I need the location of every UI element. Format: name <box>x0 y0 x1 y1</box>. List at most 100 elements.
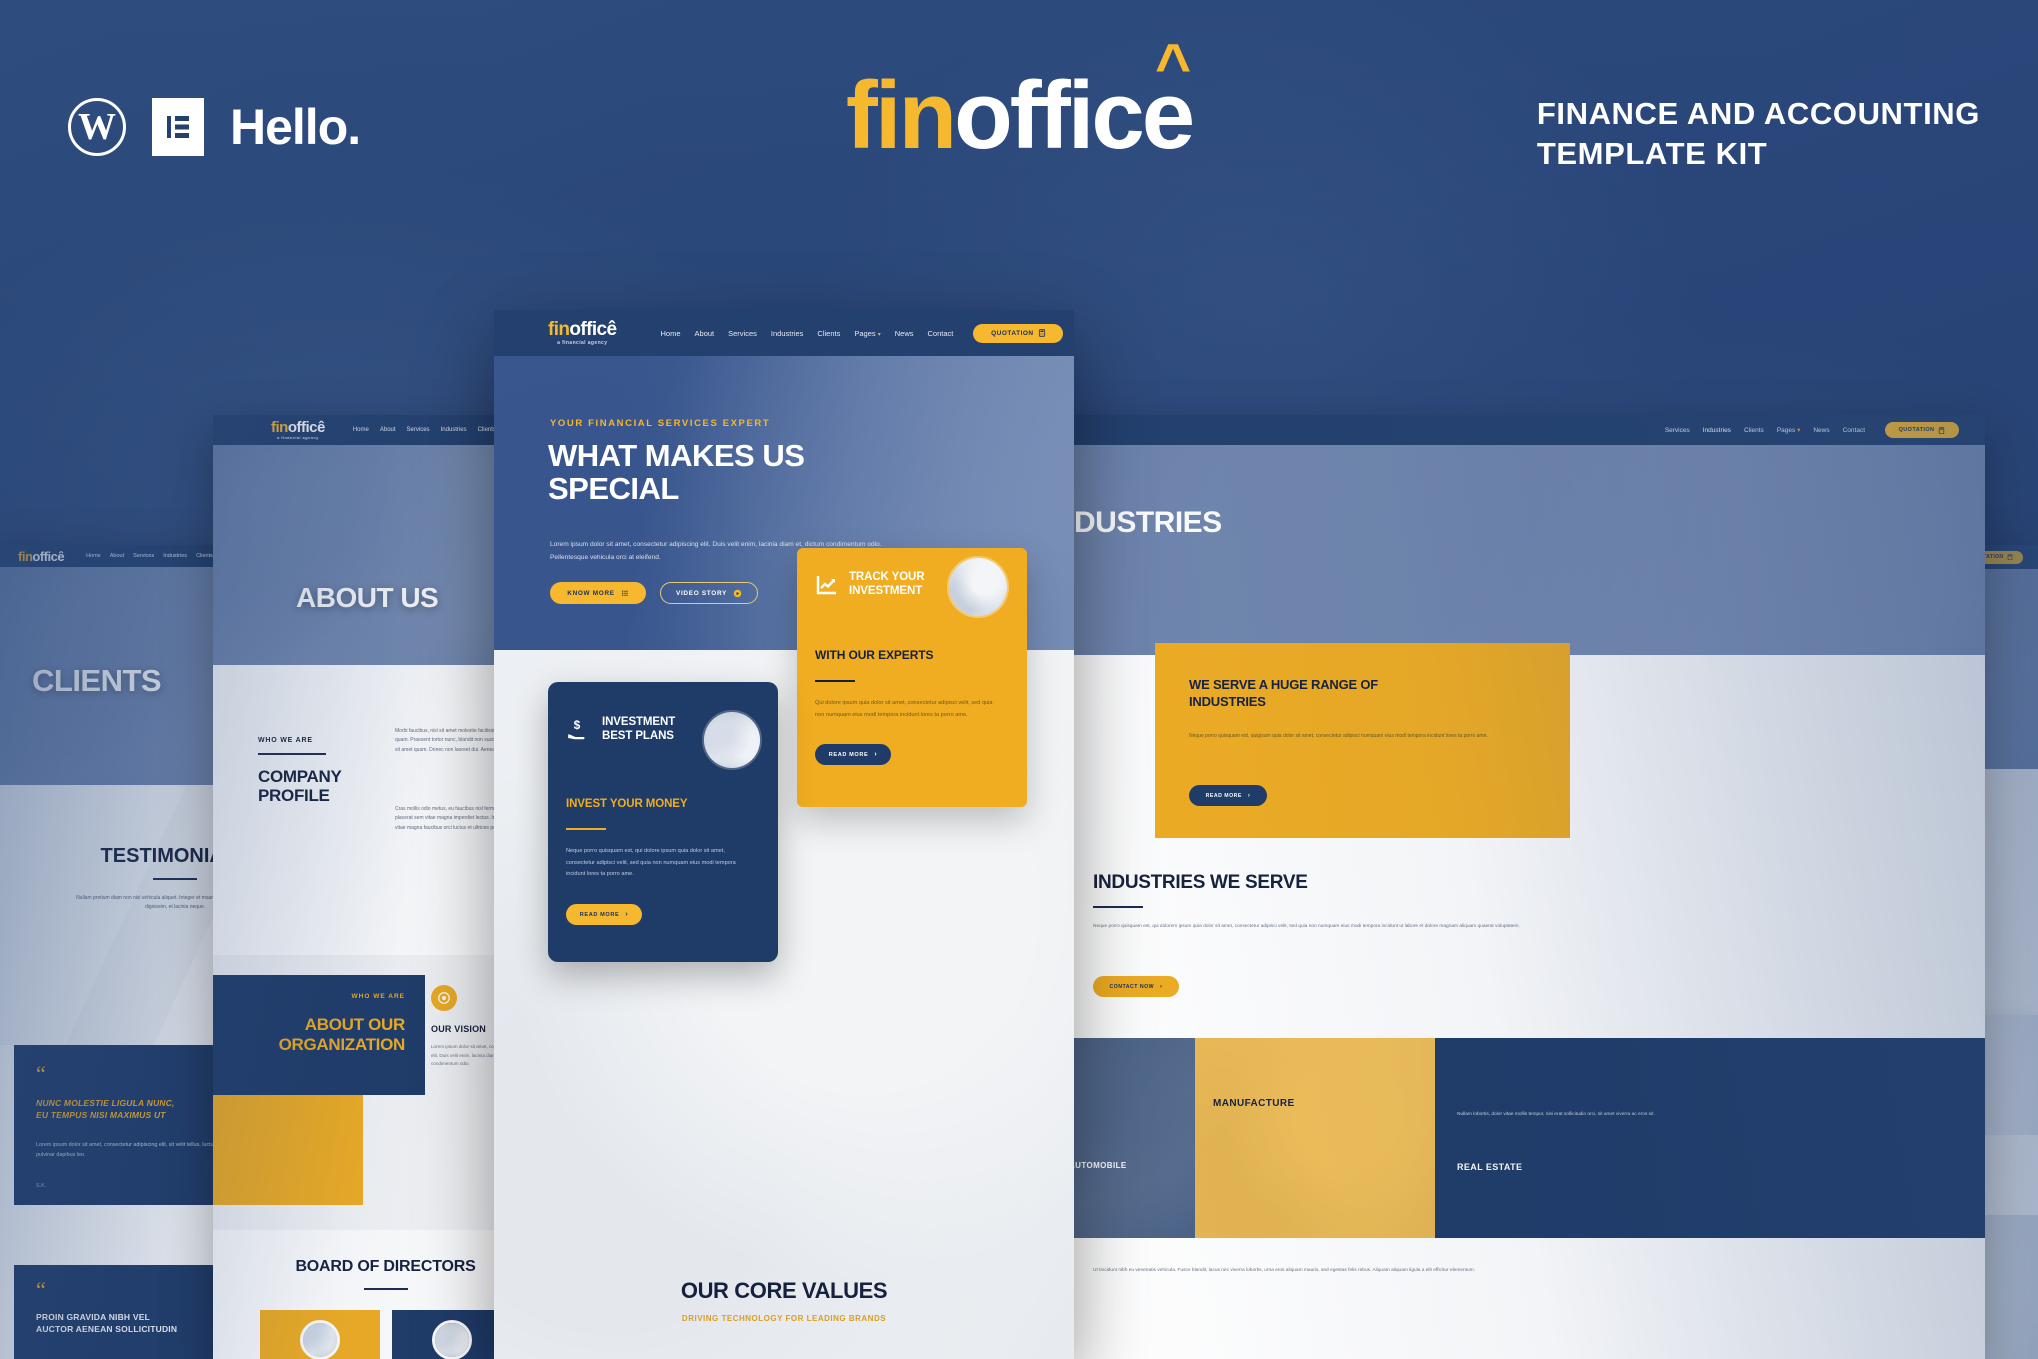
org-kicker: WHO WE ARE <box>351 993 405 1000</box>
track-heading: WITH OUR EXPERTS <box>815 648 934 662</box>
calculator-icon <box>1038 329 1045 337</box>
kit-line-1: FINANCE AND ACCOUNTING <box>1536 96 1980 131</box>
track-investment-card[interactable]: TRACK YOUR INVESTMENT WITH OUR EXPERTS Q… <box>797 548 1027 807</box>
industry-tile-automobile[interactable]: AUTOMOBILE <box>1055 1038 1195 1238</box>
core-values-block: OUR CORE VALUES DRIVING TECHNOLOGY FOR L… <box>494 1278 1074 1323</box>
chevron-down-icon: ▾ <box>877 331 881 338</box>
testimonial-1-title-2: EU TEMPUS NISI MAXIMUS UT <box>36 1110 166 1121</box>
org-line2: ORGANIZATION <box>278 1034 406 1054</box>
nav-item-clients[interactable]: Clients <box>817 329 840 338</box>
kit-line-2: TEMPLATE KIT <box>1536 135 1768 171</box>
who-we-are-label: WHO WE ARE <box>258 737 313 744</box>
industries-hero-photo <box>1055 445 1985 655</box>
contact-now-button[interactable]: CONTACT NOW › <box>1093 976 1179 997</box>
director-card-1[interactable] <box>259 1310 380 1359</box>
nav-item-home[interactable]: Home <box>661 329 681 338</box>
tile-body: Nullam lobortis, dolor vitae mollis temp… <box>1457 1112 1655 1117</box>
mock-nav-menu[interactable]: Home About Services Industries Clients <box>353 427 496 433</box>
nav-item-industries[interactable]: Industries <box>771 329 804 338</box>
mockup-industries-page[interactable]: Services Industries Clients Pages ▾ News… <box>1055 415 1985 1359</box>
nav-item-industries[interactable]: Industries <box>441 427 467 433</box>
nav-item-contact[interactable]: Contact <box>928 329 954 338</box>
nav-item-contact[interactable]: Contact <box>1843 427 1865 434</box>
brand-title: finoffice ^ <box>846 36 1195 164</box>
logo-prefix: fin <box>18 548 33 564</box>
ind-read-more-button[interactable]: READ MORE › <box>1189 785 1267 806</box>
quotation-button[interactable]: QUOTATION <box>1885 422 1959 438</box>
nav-item-services[interactable]: Services <box>407 427 430 433</box>
company-profile-line2: PROFILE <box>258 786 330 806</box>
mock-nav-menu[interactable]: Home About Services Industries Clients P… <box>661 329 954 338</box>
arrow-right-icon: › <box>874 751 878 758</box>
elementor-icon <box>152 98 204 156</box>
logo-tagline: a financial agency <box>277 435 319 440</box>
brand-suffix: office ^ <box>954 32 1195 169</box>
industries-intro-copy: Neque porro quisquam est, qui dolorem ip… <box>1093 924 1520 929</box>
hero-title: WHAT MAKES US SPECIAL <box>548 438 805 506</box>
promo-header: W Hello. finoffice ^ FINANCE AND ACCOUNTI… <box>0 0 2038 250</box>
calculator-icon <box>1939 426 1945 434</box>
circumflex-accent-icon: ^ <box>1154 32 1191 101</box>
mockup-home-page[interactable]: finofficê a financial agency Home About … <box>494 310 1074 1359</box>
track-read-more-button[interactable]: READ MORE › <box>815 744 891 765</box>
invest-avatar <box>702 710 762 770</box>
mock-nav-menu[interactable]: Home About Services Industries Clients <box>86 553 213 559</box>
about-organization-card[interactable]: WHO WE ARE ABOUT OUR ORGANIZATION <box>213 975 425 1095</box>
quote-icon: “ <box>36 1061 46 1086</box>
wordpress-icon: W <box>68 98 126 156</box>
ind-card-heading-1: WE SERVE A HUGE RANGE OF <box>1189 677 1379 692</box>
calculator-icon <box>2008 554 2013 560</box>
invest-read-more-button[interactable]: READ MORE › <box>566 904 642 925</box>
clients-hero-title: CLIENTS <box>32 663 162 698</box>
nav-item-industries[interactable]: Industries <box>1703 427 1731 434</box>
quote-icon: “ <box>36 1277 46 1302</box>
nav-item-services[interactable]: Services <box>133 553 154 559</box>
logo-suffix: officê <box>32 548 65 564</box>
list-icon <box>621 590 628 596</box>
arrow-right-icon: › <box>625 911 629 918</box>
logo-tagline: a financial agency <box>557 340 608 346</box>
hello-label: Hello. <box>230 99 361 155</box>
testimonial-2-title-2: AUCTOR AENEAN SOLLICITUDIN <box>36 1324 178 1335</box>
investment-plans-card[interactable]: $ INVESTMENT BEST PLANS INVEST YOUR MONE… <box>548 682 778 962</box>
nav-item-news[interactable]: News <box>1813 427 1829 434</box>
quotation-button[interactable]: QUOTATION <box>973 323 1064 343</box>
chart-growth-icon <box>816 575 836 594</box>
nav-item-about[interactable]: About <box>695 329 715 338</box>
testimonial-1-title-1: NUNC MOLESTIE LIGULA NUNC, <box>36 1098 175 1108</box>
industry-tile-real-estate[interactable]: Nullam lobortis, dolor vitae mollis temp… <box>1435 1038 1985 1238</box>
nav-item-home[interactable]: Home <box>86 553 101 559</box>
mock-logo[interactable]: finofficê a financial agency <box>548 320 617 346</box>
industry-tiles[interactable]: AUTOMOBILE MANUFACTURE Nullam lobortis, … <box>1055 1038 1985 1238</box>
mock-logo[interactable]: finofficê a financial agency <box>271 420 325 440</box>
nav-item-services[interactable]: Services <box>1665 427 1690 434</box>
track-kicker-1: TRACK YOUR <box>849 571 925 583</box>
testimonial-2-title-1: PROIN GRAVIDA NIBH VEL <box>36 1312 150 1322</box>
mock-logo[interactable]: finofficê <box>18 548 65 564</box>
invest-heading: INVEST YOUR MONEY <box>566 798 688 810</box>
logo-suffix: officê <box>287 419 326 436</box>
nav-item-industries[interactable]: Industries <box>163 553 187 559</box>
industries-footer-copy: Ut tincidunt nibh eu venenatis vehicula.… <box>1093 1268 1475 1273</box>
nav-item-clients[interactable]: Clients <box>196 553 213 559</box>
video-story-button[interactable]: VIDEO STORY <box>660 582 758 604</box>
nav-item-home[interactable]: Home <box>353 427 369 433</box>
know-more-button[interactable]: KNOW MORE <box>550 582 646 604</box>
industries-yellow-card[interactable]: WE SERVE A HUGE RANGE OF INDUSTRIES Nequ… <box>1155 643 1570 838</box>
track-kicker-2: INVESTMENT <box>849 584 923 597</box>
invest-kicker-1: INVESTMENT <box>602 716 676 728</box>
nav-item-pages[interactable]: Pages ▾ <box>1777 426 1801 434</box>
mock-nav-menu[interactable]: Services Industries Clients Pages ▾ News… <box>1665 426 1865 435</box>
nav-item-pages[interactable]: Pages ▾ <box>854 329 880 338</box>
nav-item-news[interactable]: News <box>895 329 914 338</box>
industries-section-title: INDUSTRIES WE SERVE <box>1093 872 1308 893</box>
nav-item-about[interactable]: About <box>380 427 396 433</box>
industry-tile-manufacture[interactable]: MANUFACTURE <box>1195 1038 1435 1238</box>
avatar <box>299 1320 340 1359</box>
nav-item-services[interactable]: Services <box>728 329 757 338</box>
core-values-subtitle: DRIVING TECHNOLOGY FOR LEADING BRANDS <box>681 1314 887 1323</box>
nav-item-about[interactable]: About <box>110 553 124 559</box>
nav-item-clients[interactable]: Clients <box>1744 427 1764 434</box>
logo-prefix: fin <box>271 419 288 436</box>
track-avatar <box>947 556 1009 618</box>
